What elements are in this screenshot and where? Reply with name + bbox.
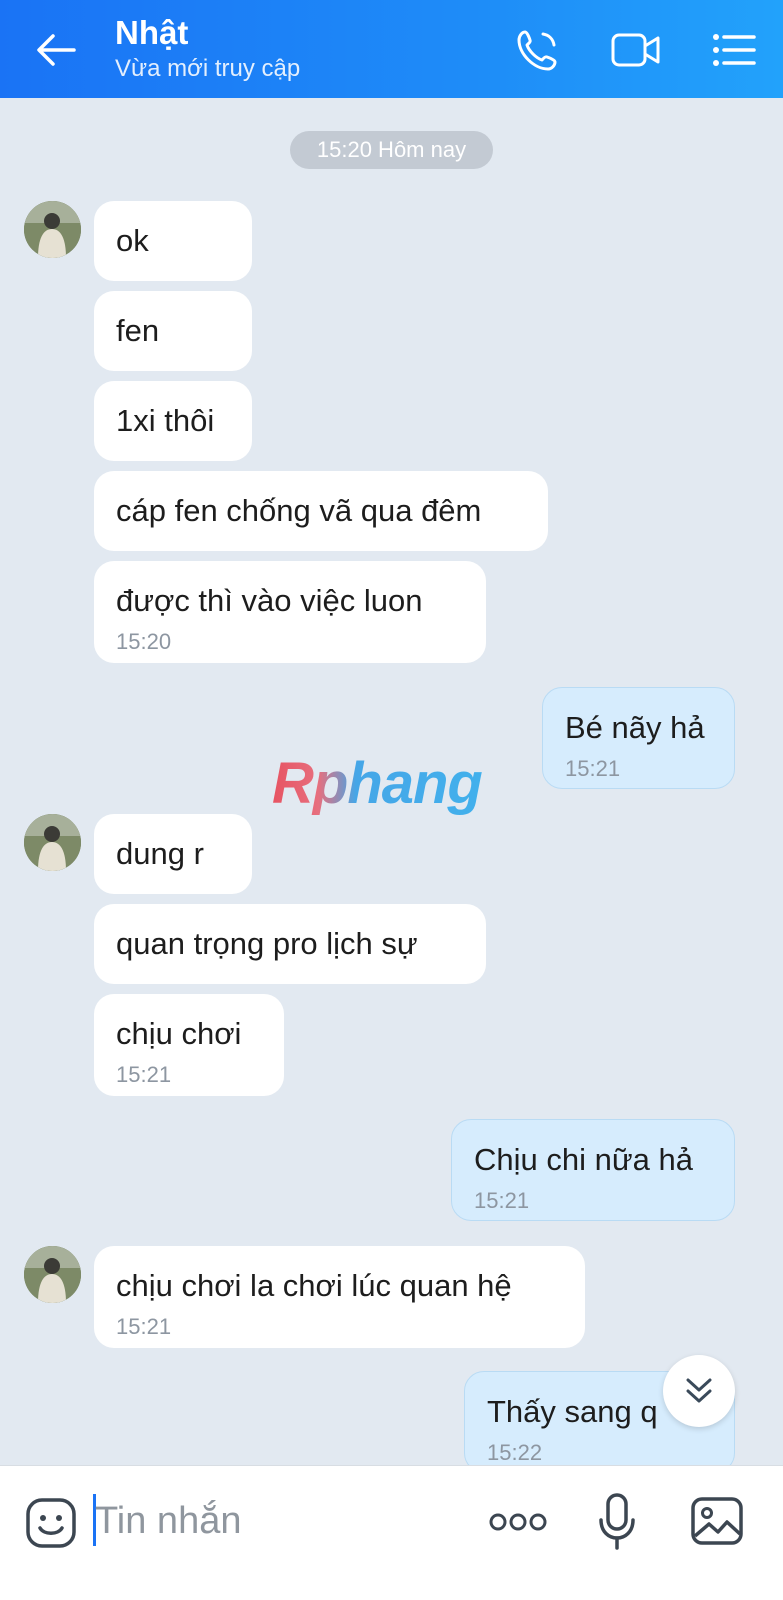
contact-avatar[interactable] bbox=[24, 814, 81, 871]
voice-message-button[interactable] bbox=[597, 1492, 637, 1552]
message-time: 15:22 bbox=[487, 1440, 543, 1465]
incoming-message[interactable]: chịu chơi la chơi lúc quan hệ 15:21 bbox=[94, 1246, 585, 1348]
video-call-button[interactable] bbox=[608, 24, 664, 76]
message-time: 15:21 bbox=[116, 1062, 172, 1087]
message-text: cáp fen chống vã qua đêm bbox=[116, 493, 482, 528]
incoming-message[interactable]: cáp fen chống vã qua đêm bbox=[94, 471, 548, 551]
message-text: 1xi thôi bbox=[116, 403, 215, 438]
message-list[interactable]: 15:20 Hôm nay ok fen 1xi thôi cáp fen ch… bbox=[0, 98, 783, 1495]
message-time: 15:21 bbox=[565, 756, 621, 781]
incoming-message[interactable]: được thì vào việc luon 15:20 bbox=[94, 561, 486, 663]
chat-header: Nhật Vừa mới truy cập bbox=[0, 0, 783, 98]
contact-info[interactable]: Nhật Vừa mới truy cập bbox=[115, 14, 300, 84]
avatar-photo bbox=[24, 814, 81, 871]
back-arrow-icon bbox=[37, 34, 76, 66]
contact-status: Vừa mới truy cập bbox=[115, 55, 301, 82]
incoming-message[interactable]: ok bbox=[94, 201, 252, 281]
message-time: 15:21 bbox=[116, 1314, 172, 1339]
message-text: fen bbox=[116, 313, 160, 348]
double-chevron-down-icon bbox=[686, 1378, 712, 1403]
contact-name: Nhật bbox=[115, 14, 189, 51]
more-options-button[interactable] bbox=[488, 1502, 548, 1542]
message-text: Bé nãy hả bbox=[565, 710, 705, 745]
message-text: quan trọng pro lịch sự bbox=[116, 926, 418, 961]
incoming-message[interactable]: dung r bbox=[94, 814, 252, 894]
watermark-logo: Rphang bbox=[272, 751, 483, 816]
message-text: chịu chơi bbox=[116, 1016, 242, 1051]
options-menu-button[interactable] bbox=[706, 24, 762, 76]
avatar-photo bbox=[24, 1246, 81, 1303]
outgoing-message[interactable]: Chịu chi nữa hả 15:21 bbox=[451, 1119, 735, 1221]
send-image-button[interactable] bbox=[690, 1496, 744, 1546]
message-time: 15:21 bbox=[474, 1188, 530, 1213]
contact-avatar[interactable] bbox=[24, 1246, 81, 1303]
voice-call-button[interactable] bbox=[510, 24, 566, 76]
incoming-message[interactable]: fen bbox=[94, 291, 252, 371]
message-text: ok bbox=[116, 223, 149, 258]
incoming-message[interactable]: 1xi thôi bbox=[94, 381, 252, 461]
avatar-photo bbox=[24, 201, 81, 258]
back-button[interactable] bbox=[30, 24, 82, 76]
scroll-to-bottom-button[interactable] bbox=[663, 1355, 735, 1427]
outgoing-message[interactable]: Bé nãy hả 15:21 bbox=[542, 687, 735, 789]
message-time: 15:20 bbox=[116, 629, 172, 654]
image-icon bbox=[691, 1497, 743, 1545]
message-composer bbox=[0, 1465, 783, 1600]
message-text: chịu chơi la chơi lúc quan hệ bbox=[116, 1268, 512, 1303]
message-text: dung r bbox=[116, 836, 204, 871]
list-menu-icon bbox=[713, 34, 756, 66]
emoji-button[interactable] bbox=[24, 1496, 78, 1550]
more-dots-icon bbox=[489, 1513, 547, 1531]
message-input[interactable] bbox=[95, 1488, 455, 1554]
emoji-icon bbox=[26, 1498, 76, 1548]
incoming-message[interactable]: quan trọng pro lịch sự bbox=[94, 904, 486, 984]
contact-avatar[interactable] bbox=[24, 201, 81, 258]
message-text: được thì vào việc luon bbox=[116, 583, 423, 618]
microphone-icon bbox=[599, 1493, 635, 1550]
video-camera-icon bbox=[611, 33, 660, 67]
message-text: Chịu chi nữa hả bbox=[474, 1142, 693, 1177]
phone-icon bbox=[517, 30, 557, 71]
incoming-message[interactable]: chịu chơi 15:21 bbox=[94, 994, 284, 1096]
date-separator: 15:20 Hôm nay bbox=[290, 131, 493, 169]
